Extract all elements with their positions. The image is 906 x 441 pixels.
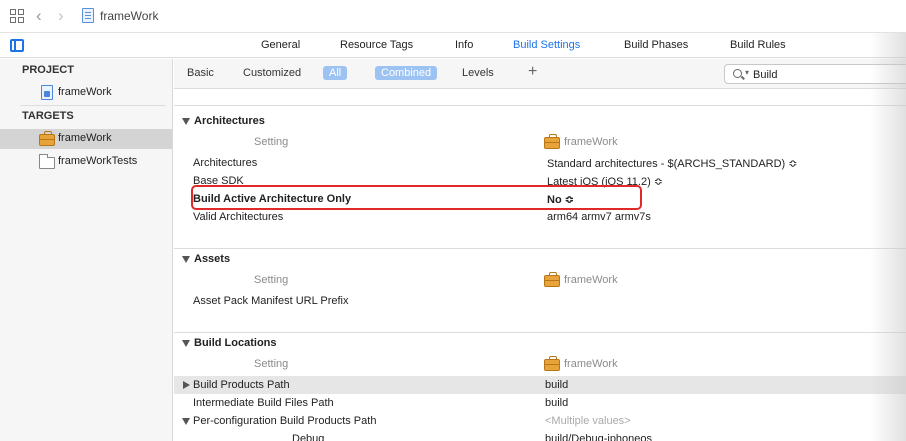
setting-name: Valid Architectures: [193, 211, 284, 223]
tab-build-rules[interactable]: Build Rules: [730, 39, 786, 51]
grid-icon[interactable]: [10, 9, 24, 23]
section-title-assets: Assets: [194, 253, 231, 265]
divider: [174, 105, 906, 106]
filter-basic[interactable]: Basic: [187, 67, 214, 79]
tab-build-phases[interactable]: Build Phases: [624, 39, 688, 51]
navigator-target-label: frameWork: [58, 132, 112, 144]
tab-general[interactable]: General: [261, 39, 300, 51]
setting-value[interactable]: build/Debug-iphoneos: [545, 433, 652, 441]
column-header-setting: Setting: [254, 136, 289, 148]
column-header-target: frameWork: [564, 136, 618, 148]
project-heading: PROJECT: [22, 64, 74, 76]
setting-row[interactable]: Architectures Standard architectures - $…: [174, 154, 906, 172]
setting-row[interactable]: Asset Pack Manifest URL Prefix: [174, 292, 906, 310]
setting-name: Build Products Path: [193, 379, 290, 391]
disclosure-triangle-icon[interactable]: [182, 256, 190, 263]
disclosure-triangle-icon[interactable]: [182, 340, 190, 347]
disclosure-triangle-icon[interactable]: [182, 118, 190, 125]
navigator-target-framework-tests[interactable]: frameWorkTests: [0, 152, 172, 172]
build-settings-editor: Architectures Setting frameWork Architec…: [174, 90, 906, 441]
targets-heading: TARGETS: [22, 110, 74, 122]
setting-row[interactable]: Per-configuration Build Products Path <M…: [174, 412, 906, 430]
divider: [20, 105, 166, 106]
navigator-project-label: frameWork: [58, 86, 112, 98]
setting-value[interactable]: build: [545, 397, 568, 409]
toolbox-icon: [544, 356, 560, 371]
project-file-icon: [82, 8, 94, 23]
path-bar: ‹ › frameWork: [0, 0, 906, 33]
annotation-highlight-box: [191, 185, 642, 210]
setting-value[interactable]: build: [545, 379, 568, 391]
forward-chevron-icon[interactable]: ›: [58, 7, 64, 25]
setting-value[interactable]: arm64 armv7 armv7s: [547, 211, 651, 223]
filter-levels[interactable]: Levels: [462, 67, 494, 79]
chevron-down-icon: ▾: [745, 68, 750, 77]
setting-row[interactable]: Valid Architectures arm64 armv7 armv7s: [174, 208, 906, 226]
project-file-icon: [41, 85, 53, 100]
tab-build-settings[interactable]: Build Settings: [513, 39, 580, 51]
search-icon: [733, 69, 742, 78]
section-title-architectures: Architectures: [194, 115, 265, 127]
column-header-target: frameWork: [564, 358, 618, 370]
test-bundle-icon: [39, 154, 55, 169]
disclosure-triangle-icon[interactable]: [183, 381, 190, 389]
filter-bar: Basic Customized All Combined Levels + ▾: [174, 59, 906, 89]
tab-resource-tags[interactable]: Resource Tags: [340, 39, 413, 51]
divider: [174, 332, 906, 333]
setting-name: Debug: [292, 433, 325, 441]
setting-value[interactable]: <Multiple values>: [545, 415, 631, 427]
setting-name: Architectures: [193, 157, 258, 169]
setting-row-build-products-path[interactable]: Build Products Path build: [174, 376, 906, 394]
back-chevron-icon[interactable]: ‹: [36, 7, 42, 25]
filter-combined[interactable]: Combined: [375, 66, 438, 80]
divider: [174, 248, 906, 249]
navigator-target-framework[interactable]: frameWork: [0, 129, 172, 149]
disclosure-triangle-icon[interactable]: [182, 418, 190, 425]
column-header-setting: Setting: [254, 274, 289, 286]
filter-all[interactable]: All: [323, 66, 348, 80]
editor-tab-bar: General Resource Tags Info Build Setting…: [0, 33, 906, 58]
setting-name: Asset Pack Manifest URL Prefix: [193, 295, 349, 307]
setting-value[interactable]: Standard architectures - $(ARCHS_STANDAR…: [547, 157, 797, 170]
project-navigator: PROJECT frameWork TARGETS frameWork fram…: [0, 59, 173, 441]
toolbox-icon: [544, 134, 560, 149]
setting-row[interactable]: Intermediate Build Files Path build: [174, 394, 906, 412]
tab-info[interactable]: Info: [455, 39, 473, 51]
column-header-target: frameWork: [564, 274, 618, 286]
search-field[interactable]: ▾: [724, 64, 906, 84]
setting-name: Intermediate Build Files Path: [193, 397, 334, 409]
navigator-target-label: frameWorkTests: [58, 155, 138, 167]
breadcrumb-file[interactable]: frameWork: [100, 9, 158, 23]
search-input[interactable]: [753, 67, 903, 82]
navigator-project-item[interactable]: frameWork: [0, 83, 172, 103]
setting-row[interactable]: Debug build/Debug-iphoneos: [174, 430, 906, 441]
column-header-setting: Setting: [254, 358, 289, 370]
add-icon[interactable]: +: [528, 64, 537, 80]
section-title-build-locations: Build Locations: [194, 337, 277, 349]
toolbox-icon: [39, 131, 55, 146]
filter-customized[interactable]: Customized: [243, 67, 301, 79]
setting-name: Per-configuration Build Products Path: [193, 415, 377, 427]
sidebar-toggle-icon[interactable]: [10, 39, 24, 52]
toolbox-icon: [544, 272, 560, 287]
